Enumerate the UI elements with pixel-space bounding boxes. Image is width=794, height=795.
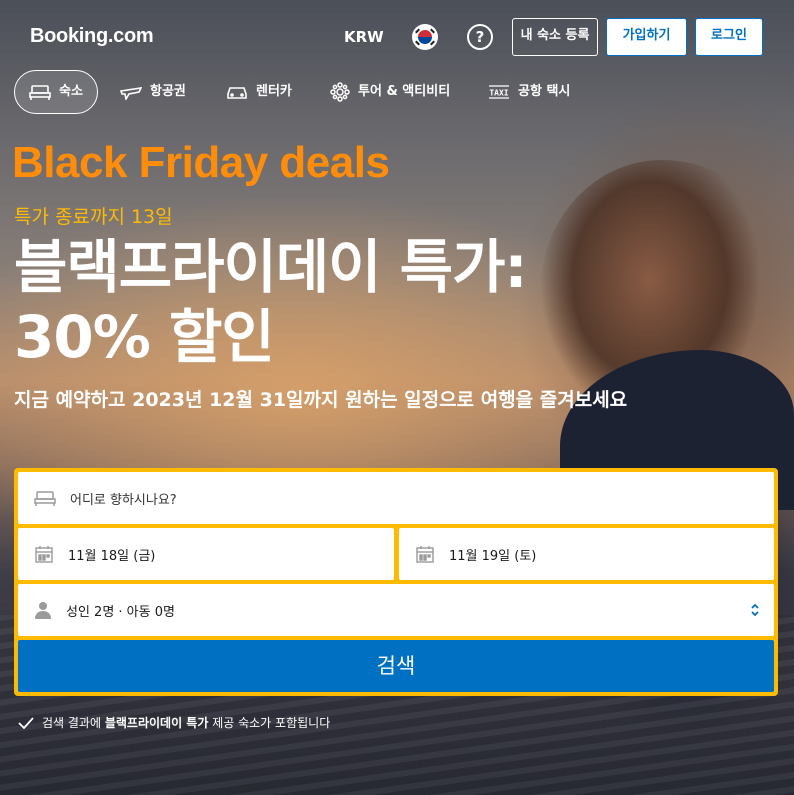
- note-text: 검색 결과에 블랙프라이데이 특가 제공 숙소가 포함됩니다: [42, 714, 330, 731]
- booking-logo[interactable]: Booking.com: [30, 25, 154, 48]
- nav-tab-label: 렌터카: [256, 84, 292, 99]
- language-flag-icon[interactable]: [412, 24, 438, 50]
- header: Booking.com KRW ? 내 숙소 등록 가입하기 로그인: [0, 0, 794, 70]
- checkout-date: 11월 19일 (토): [449, 548, 537, 564]
- checkin-date: 11월 18일 (금): [68, 548, 156, 564]
- list-property-button[interactable]: 내 숙소 등록: [512, 18, 598, 56]
- taxi-icon: TAXI: [489, 85, 509, 99]
- chevron-up-down-icon: [751, 603, 759, 617]
- note-bold: 블랙프라이데이 특가: [104, 716, 209, 730]
- nav-tab-flights[interactable]: 항공권: [120, 70, 186, 114]
- destination-input[interactable]: 어디로 향하시나요?: [18, 472, 774, 524]
- note-suffix: 제공 숙소가 포함됩니다: [208, 716, 331, 730]
- nav-tab-label: 공항 택시: [518, 84, 571, 99]
- person-icon: [35, 602, 51, 619]
- deals-checkbox-note[interactable]: 검색 결과에 블랙프라이데이 특가 제공 숙소가 포함됩니다: [18, 714, 330, 731]
- hero-subtitle: 지금 예약하고 2023년 12월 31일까지 원하는 일정으로 여행을 즐겨보…: [14, 389, 628, 411]
- attractions-icon: [330, 82, 350, 102]
- help-icon[interactable]: ?: [467, 24, 493, 50]
- currency-selector[interactable]: KRW: [344, 28, 384, 46]
- nav-tab-car-rental[interactable]: 렌터카: [226, 70, 292, 114]
- search-box: 어디로 향하시나요? 11월 18일 (금) 11월 19일 (토) 성인 2명…: [14, 468, 778, 696]
- note-prefix: 검색 결과에: [42, 716, 105, 730]
- bed-icon: [34, 491, 56, 506]
- calendar-icon: [416, 546, 434, 563]
- checkmark-icon: [18, 716, 34, 729]
- checkin-date-field[interactable]: 11월 18일 (금): [18, 528, 394, 580]
- car-icon: [227, 87, 247, 99]
- hero-title: 블랙프라이데이 특가: 30% 할인: [14, 233, 528, 371]
- guests-summary: 성인 2명 · 아동 0명: [66, 604, 175, 620]
- destination-placeholder: 어디로 향하시나요?: [70, 492, 177, 508]
- nav-tab-label: 숙소: [59, 84, 83, 99]
- nav-tab-airport-taxi[interactable]: TAXI 공항 택시: [488, 70, 570, 114]
- search-button[interactable]: 검색: [18, 640, 774, 692]
- calendar-icon: [35, 546, 53, 563]
- guests-selector[interactable]: 성인 2명 · 아동 0명: [18, 584, 774, 636]
- bed-icon: [29, 85, 51, 100]
- nav-tab-attractions[interactable]: 투어 & 액티비티: [330, 70, 450, 114]
- nav-tab-label: 항공권: [150, 84, 186, 99]
- sign-in-button[interactable]: 로그인: [695, 18, 763, 56]
- svg-text:TAXI: TAXI: [489, 89, 508, 98]
- nav-tab-label: 투어 & 액티비티: [358, 84, 451, 99]
- deal-countdown: 특가 종료까지 13일: [14, 206, 173, 228]
- nav-tab-stays[interactable]: 숙소: [14, 70, 98, 114]
- register-button[interactable]: 가입하기: [606, 18, 687, 56]
- plane-icon: [120, 87, 142, 100]
- checkout-date-field[interactable]: 11월 19일 (토): [399, 528, 774, 580]
- black-friday-badge: Black Friday deals: [12, 138, 390, 187]
